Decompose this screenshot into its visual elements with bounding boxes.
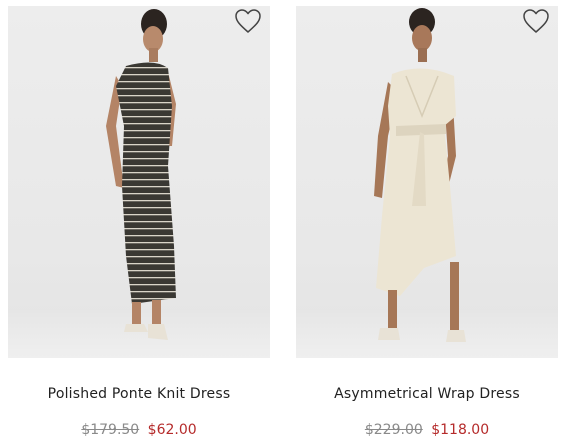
model-figure	[106, 9, 176, 340]
product-image[interactable]	[8, 6, 270, 358]
original-price: $229.00	[364, 422, 423, 438]
product-prices: $229.00 $118.00	[296, 422, 558, 438]
product-card[interactable]: Asymmetrical Wrap Dress $229.00 $118.00	[296, 0, 558, 445]
heart-outline-icon[interactable]	[234, 8, 262, 34]
original-price: $179.50	[81, 422, 140, 438]
product-card[interactable]: Polished Ponte Knit Dress $179.50 $62.00	[8, 0, 270, 445]
heart-outline-icon[interactable]	[522, 8, 550, 34]
sale-price: $118.00	[431, 422, 490, 438]
product-prices: $179.50 $62.00	[8, 422, 270, 438]
product-image[interactable]	[296, 6, 558, 358]
product-name[interactable]: Polished Ponte Knit Dress	[8, 386, 270, 402]
sale-price: $62.00	[147, 422, 197, 438]
product-name[interactable]: Asymmetrical Wrap Dress	[296, 386, 558, 402]
model-figure	[374, 8, 466, 342]
